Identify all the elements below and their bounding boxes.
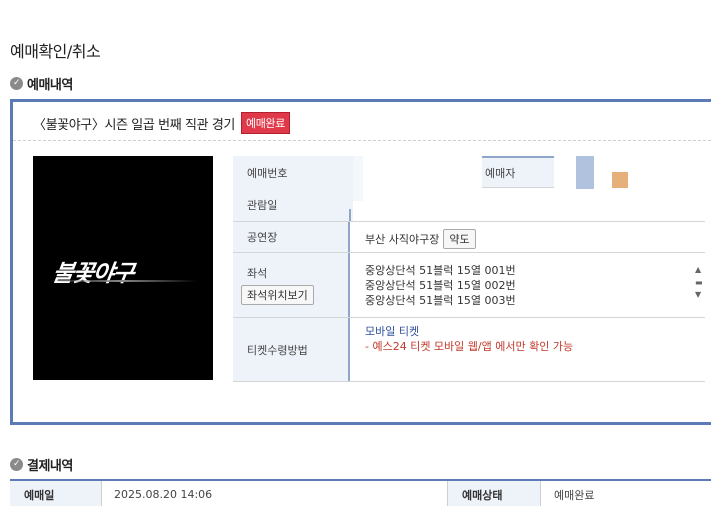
venue-value: 부산 사직야구장	[365, 233, 440, 246]
payment-status-value: 예매완료	[554, 488, 595, 502]
ticket-method-value[interactable]: 모바일 티켓	[365, 324, 573, 339]
seat-view-button[interactable]: 좌석위치보기	[241, 285, 314, 305]
scroll-thumb-icon[interactable]: ▬	[695, 278, 705, 287]
reservation-box: 〈불꽃야구〉시즌 일곱 번째 직관 경기 예매완료 불꽃야구 예매번호 예매자 …	[10, 99, 711, 425]
poster-logo: 불꽃야구	[50, 261, 136, 287]
ticket-method-note: - 예스24 티켓 모바일 웹/앱 에서만 확인 가능	[365, 340, 574, 353]
event-poster: 불꽃야구	[33, 156, 213, 380]
poster-streak	[47, 280, 197, 282]
date-label: 관람일	[233, 189, 353, 221]
check-circle-icon: ✓	[10, 458, 23, 471]
row-reservation-no: 예매번호	[233, 156, 705, 189]
seat-item: 중앙상단석 51블럭 15열 001번	[365, 264, 516, 277]
row-date: 관람일	[233, 189, 705, 222]
payment-date-label: 예매일	[10, 481, 102, 506]
reservation-no-label: 예매번호	[233, 156, 353, 189]
payment-section-heading: ✓ 결제내역	[10, 455, 73, 474]
ticket-method-wrap: 모바일 티켓 - 예스24 티켓 모바일 웹/앱 에서만 확인 가능	[365, 324, 573, 354]
check-circle-icon: ✓	[10, 77, 23, 90]
row-seat: 좌석 좌석위치보기 중앙상단석 51블럭 15열 001번 중앙상단석 51블럭…	[233, 253, 705, 318]
seat-item: 중앙상단석 51블럭 15열 002번	[365, 279, 516, 292]
seat-item: 중앙상단석 51블럭 15열 003번	[365, 294, 516, 307]
payment-table: 예매일 2025.08.20 14:06 예매상태 예매완료	[10, 479, 711, 506]
triangle-down-icon[interactable]: ▼	[695, 290, 705, 299]
seat-label: 좌석	[247, 267, 268, 280]
triangle-up-icon[interactable]: ▲	[695, 265, 705, 274]
seat-label-cell: 좌석 좌석위치보기	[233, 253, 350, 317]
payment-status-label: 예매상태	[447, 481, 541, 506]
row-ticket-method: 티켓수령방법 모바일 티켓 - 예스24 티켓 모바일 웹/앱 에서만 확인 가…	[233, 318, 705, 382]
event-title-row: 〈불꽃야구〉시즌 일곱 번째 직관 경기 예매완료	[33, 112, 290, 134]
reservation-heading-text: 예매내역	[27, 78, 73, 93]
redaction-chip-orange	[612, 172, 628, 188]
venue-label: 공연장	[233, 222, 350, 252]
status-badge: 예매완료	[240, 112, 290, 134]
event-title: 〈불꽃야구〉시즌 일곱 번째 직관 경기	[33, 117, 235, 133]
payment-date-value: 2025.08.20 14:06	[114, 488, 213, 501]
venue-value-wrap: 부산 사직야구장 약도	[365, 229, 476, 249]
map-button[interactable]: 약도	[443, 229, 476, 249]
date-divider	[349, 209, 351, 221]
seat-list: 중앙상단석 51블럭 15열 001번 중앙상단석 51블럭 15열 002번 …	[365, 263, 516, 308]
payment-heading-text: 결제내역	[27, 459, 73, 474]
redaction-chip-blue	[576, 156, 594, 189]
page-title: 예매확인/취소	[10, 42, 101, 61]
ticket-method-label: 티켓수령방법	[233, 318, 350, 381]
row-venue: 공연장 부산 사직야구장 약도	[233, 222, 705, 253]
booker-label: 예매자	[482, 156, 554, 188]
dashed-divider	[13, 140, 711, 141]
reservation-section-heading: ✓ 예매내역	[10, 74, 73, 93]
reservation-details: 예매번호 예매자 관람일 공연장 부산 사직야구장 약도 좌석 좌석위치보기 중…	[233, 156, 705, 382]
